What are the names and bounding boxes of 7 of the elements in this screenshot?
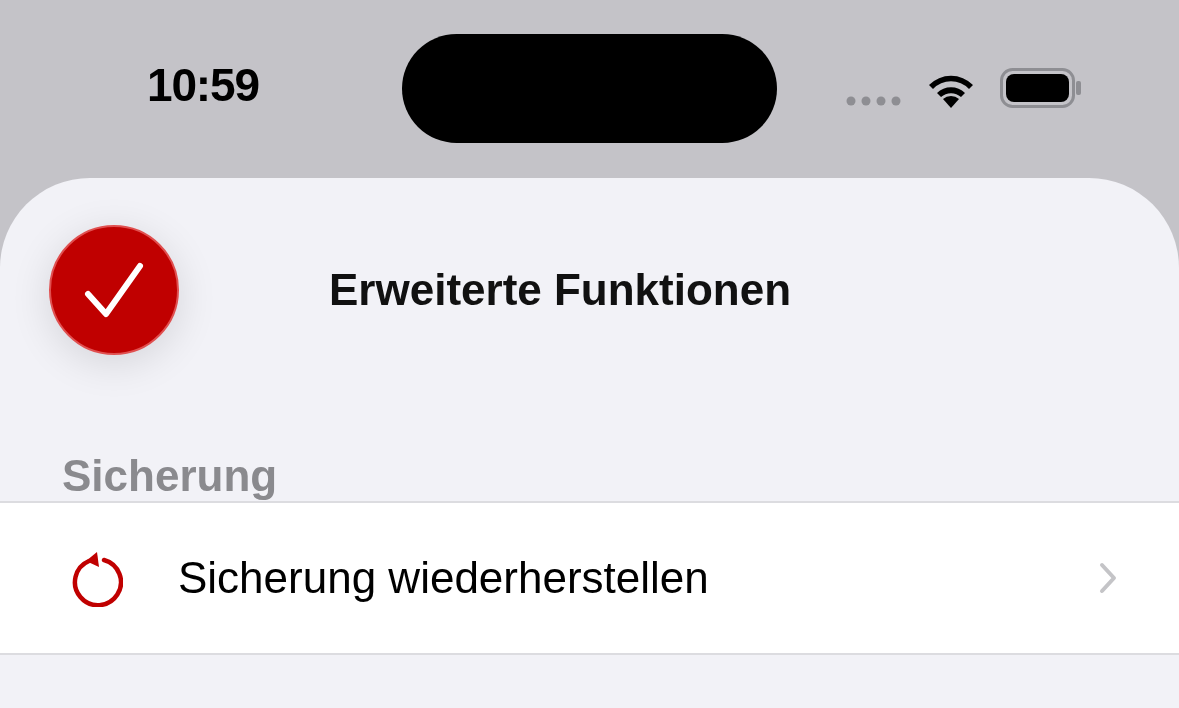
section-header: Sicherung [62, 451, 278, 500]
screen-title: Erweiterte Funktionen [329, 264, 792, 316]
checkmark-icon [84, 262, 144, 318]
row-label: Sicherung wiederherstellen [178, 552, 710, 604]
chevron-icon [1099, 562, 1117, 594]
status-time: 10:59 [147, 62, 259, 108]
battery-icon [1000, 68, 1082, 108]
